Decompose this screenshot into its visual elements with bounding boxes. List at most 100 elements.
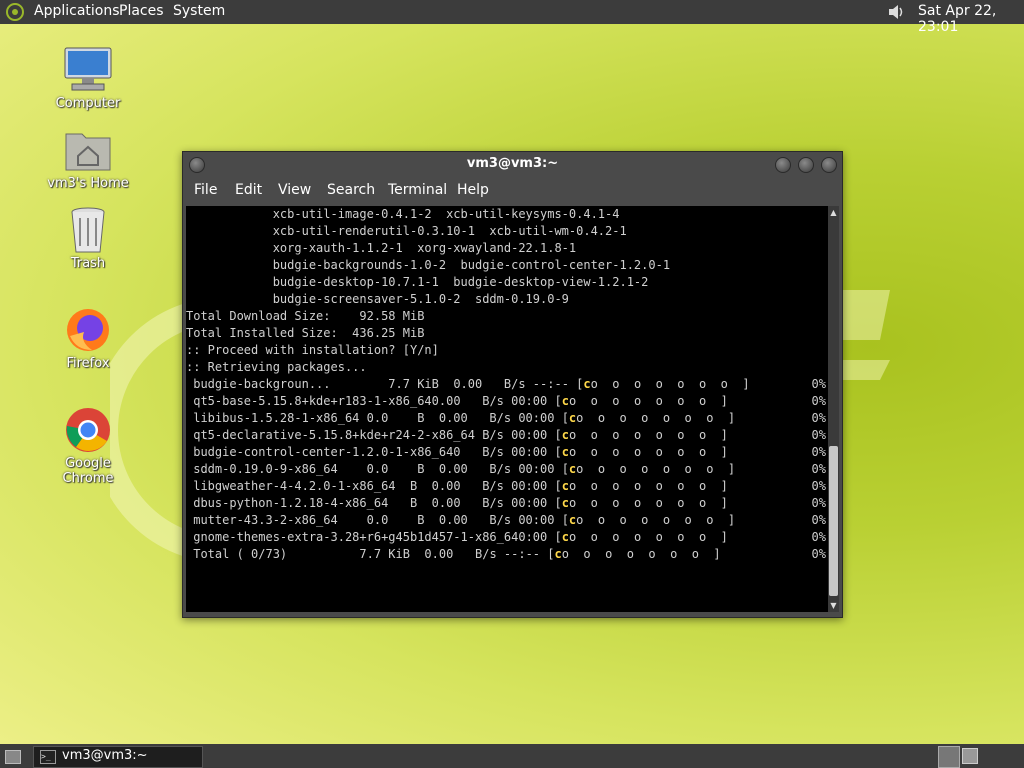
clock[interactable]: Sat Apr 22, 23:01 (918, 3, 1024, 35)
transfer-stats: 0.00 B/s 00:00 (431, 394, 555, 408)
menu-view[interactable]: View (278, 182, 311, 198)
transfer-stats: 0.0 B 0.00 B/s 00:00 (359, 411, 562, 425)
progress-bar-open: [ (554, 445, 562, 459)
progress-bar-dots: o o o o o o o ] (576, 513, 736, 527)
scroll-down-arrow-icon[interactable]: ▼ (829, 601, 838, 610)
desktop-icon-label: Firefox (66, 356, 110, 371)
transfer-stats: B 0.00 B/s 00:00 (395, 479, 555, 493)
desktop-icon-home[interactable]: vm3's Home (38, 126, 138, 191)
progress-percent: 0% (811, 411, 826, 425)
close-button[interactable] (821, 157, 837, 173)
terminal-line: budgie-screensaver-5.1.0-2 sddm-0.19.0-9 (186, 292, 569, 306)
minimize-button[interactable] (775, 157, 791, 173)
progress-bar-head: c (561, 394, 569, 408)
window-title: vm3@vm3:~ (466, 156, 559, 171)
progress-row: Total ( 0/73) 7.7 KiB 0.00 B/s --:-- [co… (186, 546, 828, 563)
progress-row: qt5-declarative-5.15.8+kde+r24-2-x86_64 … (186, 427, 828, 444)
progress-row: gnome-themes-extra-3.28+r6+g45b1d457-1-x… (186, 529, 828, 546)
package-name: mutter-43.3-2-x86_64 (186, 513, 338, 527)
progress-bar-dots: o o o o o o o ] (590, 377, 750, 391)
desktop-icon-label: vm3's Home (47, 176, 129, 191)
transfer-stats: 0.0 B 0.00 B/s 00:00 (337, 513, 562, 527)
progress-bar-open: [ (554, 530, 562, 544)
progress-bar-head: c (554, 547, 562, 561)
transfer-stats: B/s 00:00 (460, 445, 555, 459)
progress-row: libgweather-4-4.2.0-1-x86_64 B 0.00 B/s … (186, 478, 828, 495)
progress-percent: 0% (811, 547, 826, 561)
terminal-scrollbar[interactable]: ▲ ▼ (828, 206, 839, 612)
desktop-icon-firefox[interactable]: Firefox (38, 306, 138, 371)
progress-percent: 0% (811, 496, 826, 510)
progress-bar-open: [ (561, 462, 569, 476)
taskbar-item-terminal[interactable]: >_ vm3@vm3:~ (33, 746, 203, 768)
terminal-line: Total Download Size: 92.58 MiB (186, 309, 425, 323)
progress-bar-dots: o o o o o o o ] (568, 530, 728, 544)
progress-row: budgie-control-center-1.2.0-1-x86_640 B/… (186, 444, 828, 461)
package-name: dbus-python-1.2.18-4-x86_64 (186, 496, 389, 510)
menu-file[interactable]: File (194, 182, 217, 198)
progress-bar-open: [ (554, 428, 562, 442)
terminal-line: :: Retrieving packages... (186, 360, 367, 374)
download-progress-list: budgie-backgroun... 7.7 KiB 0.00 B/s --:… (186, 376, 828, 563)
progress-bar-dots: o o o o o o o ] (568, 496, 728, 510)
transfer-stats: B/s 00:00 (474, 428, 555, 442)
desktop-icon-label: Trash (70, 256, 106, 271)
menu-terminal[interactable]: Terminal (388, 182, 447, 198)
progress-percent: 0% (811, 394, 826, 408)
menu-search[interactable]: Search (327, 182, 375, 198)
terminal-line: xcb-util-renderutil-0.3.10-1 xcb-util-wm… (186, 224, 627, 238)
package-name: Total ( 0/73) (186, 547, 288, 561)
scrollbar-thumb[interactable] (829, 446, 838, 596)
terminal-window[interactable]: vm3@vm3:~ File Edit View Search Terminal… (182, 151, 843, 618)
maximize-button[interactable] (798, 157, 814, 173)
transfer-stats: 7.7 KiB 0.00 B/s --:-- (287, 547, 548, 561)
menu-help[interactable]: Help (457, 182, 489, 198)
terminal-line: budgie-desktop-10.7.1-1 budgie-desktop-v… (186, 275, 649, 289)
menu-edit[interactable]: Edit (235, 182, 262, 198)
package-name: libgweather-4-4.2.0-1-x86_64 (186, 479, 396, 493)
chrome-icon (66, 408, 110, 452)
progress-row: dbus-python-1.2.18-4-x86_64 B 0.00 B/s 0… (186, 495, 828, 512)
progress-bar-open: [ (554, 394, 562, 408)
progress-bar-open: [ (561, 411, 569, 425)
progress-bar-open: [ (554, 496, 562, 510)
home-folder-icon (65, 133, 111, 171)
package-name: sddm-0.19.0-9-x86_64 (186, 462, 338, 476)
terminal-line: xcb-util-image-0.4.1-2 xcb-util-keysyms-… (186, 207, 620, 221)
system-menu[interactable]: System (173, 3, 225, 19)
desktop-icon-google-chrome[interactable]: Google Chrome (38, 406, 138, 486)
progress-bar-open: [ (561, 513, 569, 527)
scroll-up-arrow-icon[interactable]: ▲ (829, 208, 838, 217)
firefox-icon (67, 309, 109, 351)
package-name: budgie-backgroun... (186, 377, 331, 391)
progress-bar-dots: o o o o o o o ] (576, 411, 736, 425)
progress-bar-head: c (561, 479, 569, 493)
progress-bar-open: [ (554, 479, 562, 493)
workspace-switcher-icon[interactable] (962, 748, 978, 764)
progress-bar-dots: o o o o o o o ] (568, 479, 728, 493)
volume-icon[interactable] (886, 2, 906, 22)
chrome-tray-icon[interactable] (938, 746, 960, 768)
transfer-stats: 0.0 B 0.00 B/s 00:00 (337, 462, 562, 476)
terminal-icon: >_ (40, 750, 56, 764)
package-name: qt5-declarative-5.15.8+kde+r24-2-x86_64 (186, 428, 475, 442)
terminal-output[interactable]: xcb-util-image-0.4.1-2 xcb-util-keysyms-… (186, 206, 828, 612)
progress-percent: 0% (811, 530, 826, 544)
transfer-stats: :00 (525, 530, 555, 544)
progress-percent: 0% (811, 377, 826, 391)
show-desktop-icon[interactable] (5, 750, 21, 764)
desktop-icon-label: Google Chrome (62, 456, 114, 486)
package-name: libibus-1.5.28-1-x86_64 (186, 411, 360, 425)
desktop-icon-trash[interactable]: Trash (38, 206, 138, 271)
places-menu[interactable]: Places (119, 3, 164, 19)
progress-bar-head: c (561, 428, 569, 442)
distro-logo-icon[interactable] (5, 2, 25, 22)
progress-percent: 0% (811, 462, 826, 476)
taskbar-item-label: vm3@vm3:~ (62, 748, 148, 763)
progress-row: budgie-backgroun... 7.7 KiB 0.00 B/s --:… (186, 376, 828, 393)
progress-row: libibus-1.5.28-1-x86_64 0.0 B 0.00 B/s 0… (186, 410, 828, 427)
progress-percent: 0% (811, 513, 826, 527)
desktop-icon-computer[interactable]: Computer (38, 46, 138, 111)
progress-bar-head: c (583, 377, 591, 391)
applications-menu[interactable]: Applications (34, 3, 120, 19)
